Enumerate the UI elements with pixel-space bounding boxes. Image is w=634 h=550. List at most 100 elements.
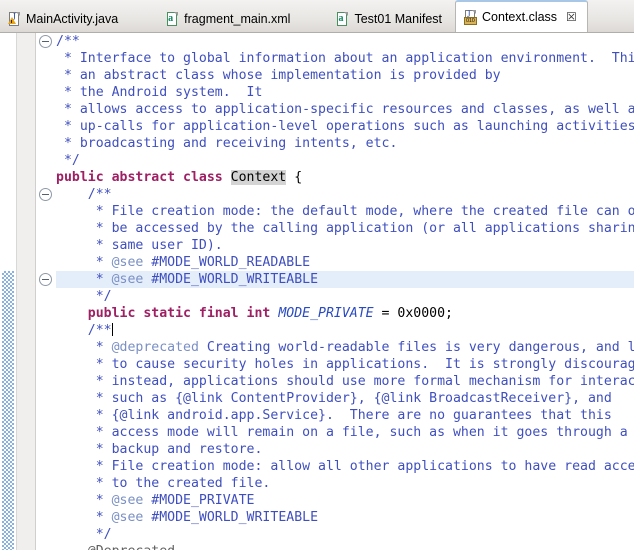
code-token: #MODE_WORLD_READABLE: [143, 255, 311, 270]
code-token: * backup and restore.: [56, 442, 263, 457]
code-line[interactable]: /**: [56, 186, 634, 203]
code-token: * File creation mode: the default mode, …: [56, 204, 634, 219]
annotation-ruler[interactable]: [17, 33, 36, 550]
code-token: */: [56, 153, 80, 168]
editor-tab-mainactivity-java[interactable]: J MainActivity.java: [0, 6, 128, 32]
code-token: *: [56, 272, 112, 287]
code-token: /**: [56, 34, 80, 49]
code-token: *: [56, 340, 112, 355]
editor-tab-label: fragment_main.xml: [184, 11, 291, 26]
code-token: * Interface to global information about …: [56, 51, 634, 66]
code-line[interactable]: * @see #MODE_PRIVATE: [56, 492, 634, 509]
code-line[interactable]: * @see #MODE_WORLD_WRITEABLE: [56, 271, 634, 288]
code-line[interactable]: * allows access to application-specific …: [56, 101, 634, 118]
code-token: */: [56, 527, 112, 542]
code-token: *: [56, 493, 112, 508]
code-token: MODE_PRIVATE: [278, 306, 374, 321]
code-line[interactable]: * @deprecated Creating world-readable fi…: [56, 339, 634, 356]
change-ruler: [0, 33, 17, 550]
code-token: */: [56, 289, 112, 304]
editor-tab-bar: J MainActivity.java a fragment_main.xml a Tes…: [0, 0, 634, 33]
code-token: Creating world-readable files is very da…: [198, 340, 634, 355]
editor-tab-fragment-main-xml[interactable]: a fragment_main.xml: [158, 6, 300, 32]
code-token: * such as {@link ContentProvider}, {@lin…: [56, 391, 612, 406]
code-line[interactable]: */: [56, 526, 634, 543]
code-line[interactable]: * same user ID).: [56, 237, 634, 254]
editor-tab-label: Test01 Manifest: [354, 11, 443, 26]
code-line[interactable]: * an abstract class whose implementation…: [56, 67, 634, 84]
close-icon[interactable]: ☒: [566, 11, 577, 23]
code-line[interactable]: * instead, applications should use more …: [56, 373, 634, 390]
code-line[interactable]: * access mode will remain on a file, suc…: [56, 424, 634, 441]
fold-collapse-icon[interactable]: [39, 35, 52, 48]
code-line[interactable]: /**: [56, 33, 634, 50]
code-token: public abstract class: [56, 170, 231, 185]
code-line[interactable]: public static final int MODE_PRIVATE = 0…: [56, 305, 634, 322]
code-line[interactable]: * @see #MODE_WORLD_READABLE: [56, 254, 634, 271]
code-token: * to cause security holes in application…: [56, 357, 634, 372]
code-text-area[interactable]: /** * Interface to global information ab…: [56, 33, 634, 550]
code-line[interactable]: * up-calls for application-level operati…: [56, 118, 634, 135]
code-line[interactable]: * File creation mode: the default mode, …: [56, 203, 634, 220]
code-token: public static final int: [56, 306, 279, 321]
fold-collapse-icon[interactable]: [39, 188, 52, 201]
code-token: * be accessed by the calling application…: [56, 221, 634, 236]
text-caret: [111, 323, 113, 336]
code-line[interactable]: */: [56, 152, 634, 169]
code-token: /**: [56, 187, 112, 202]
code-line[interactable]: * to the created file.: [56, 475, 634, 492]
code-line[interactable]: * Interface to global information about …: [56, 50, 634, 67]
code-token: @see: [111, 255, 144, 270]
code-token: * up-calls for application-level operati…: [56, 119, 634, 134]
code-token: @see: [111, 493, 144, 508]
code-line[interactable]: */: [56, 288, 634, 305]
xml-file-icon: a: [166, 11, 179, 27]
fold-collapse-icon[interactable]: [39, 273, 52, 286]
code-token: * {@link android.app.Service}. There are…: [56, 408, 612, 423]
code-token: * an abstract class whose implementation…: [56, 68, 501, 83]
editor-tab-label: Context.class: [482, 9, 558, 24]
code-token: * instead, applications should use more …: [56, 374, 634, 389]
code-token: @see: [111, 510, 144, 525]
code-token: * same user ID).: [56, 238, 223, 253]
code-token: * allows access to application-specific …: [56, 102, 634, 117]
code-editor[interactable]: /** * Interface to global information ab…: [0, 33, 634, 550]
code-line[interactable]: * to cause security holes in application…: [56, 356, 634, 373]
code-token: #MODE_WORLD_WRITEABLE: [143, 272, 319, 287]
code-token: #MODE_WORLD_WRITEABLE: [143, 510, 319, 525]
code-line[interactable]: * the Android system. It: [56, 84, 634, 101]
code-token: = 0x0000;: [373, 306, 453, 321]
code-token: *: [56, 255, 112, 270]
editor-tab-context-class[interactable]: J 010 Context.class ☒: [455, 0, 588, 32]
code-token: Context: [230, 170, 287, 185]
code-line[interactable]: @Deprecated: [56, 543, 634, 550]
code-line[interactable]: * broadcasting and receiving intents, et…: [56, 135, 634, 152]
code-line[interactable]: * {@link android.app.Service}. There are…: [56, 407, 634, 424]
code-token: *: [56, 510, 112, 525]
code-token: @deprecated: [111, 340, 199, 355]
change-indicator-bar: [2, 271, 14, 550]
editor-tab-test01-manifest[interactable]: a Test01 Manifest: [328, 6, 452, 32]
java-file-warning-icon: J: [8, 11, 21, 27]
code-line[interactable]: * such as {@link ContentProvider}, {@lin…: [56, 390, 634, 407]
folding-ruler[interactable]: [36, 33, 56, 550]
code-token: * the Android system. It: [56, 85, 263, 100]
code-token: * File creation mode: allow all other ap…: [56, 459, 634, 474]
code-token: * to the created file.: [56, 476, 271, 491]
code-token: /**: [56, 323, 112, 338]
editor-tab-label: MainActivity.java: [26, 11, 119, 26]
code-line[interactable]: * File creation mode: allow all other ap…: [56, 458, 634, 475]
code-line[interactable]: * @see #MODE_WORLD_WRITEABLE: [56, 509, 634, 526]
code-token: @Deprecated: [56, 544, 175, 550]
xml-file-icon: a: [336, 11, 349, 27]
code-line[interactable]: * backup and restore.: [56, 441, 634, 458]
code-token: @see: [111, 272, 144, 287]
class-file-icon: J 010: [464, 8, 477, 25]
code-token: * access mode will remain on a file, suc…: [56, 425, 628, 440]
code-token: * broadcasting and receiving intents, et…: [56, 136, 398, 151]
code-token: #MODE_PRIVATE: [143, 493, 255, 508]
code-line[interactable]: * be accessed by the calling application…: [56, 220, 634, 237]
code-line[interactable]: /**: [56, 322, 634, 339]
code-line[interactable]: public abstract class Context {: [56, 169, 634, 186]
code-token: {: [286, 170, 303, 185]
